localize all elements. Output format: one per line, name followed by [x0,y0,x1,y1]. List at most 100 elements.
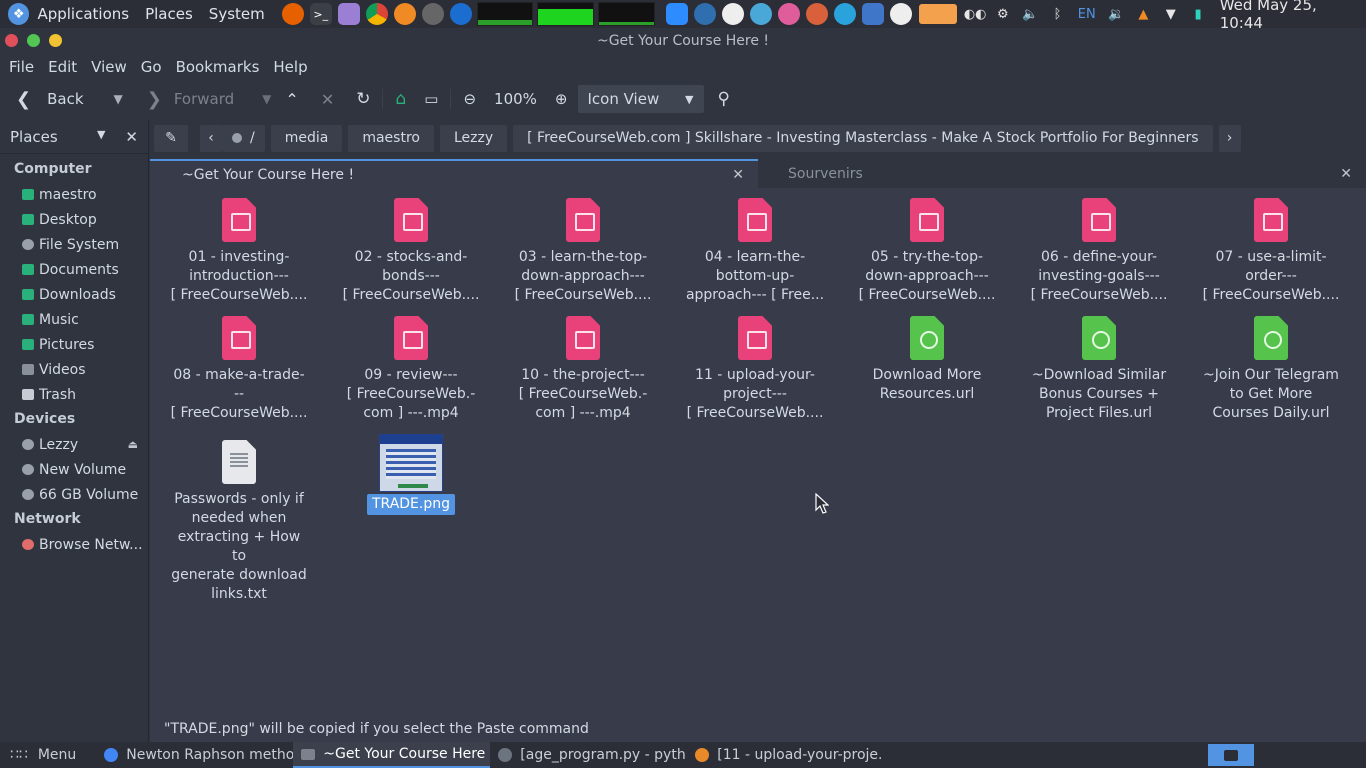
menu-button[interactable]: ∷∷ Menu [0,742,84,768]
sidebar-item-trash[interactable]: Trash [0,382,148,407]
sidebar-item-desktop[interactable]: Desktop [0,207,148,232]
settings-app-icon[interactable] [421,3,444,25]
file-item-url[interactable]: Download More Resources.url [852,308,1002,404]
app-icon-2[interactable] [805,3,828,25]
sidebar-item-browse-network[interactable]: Browse Netw... [0,532,148,557]
path-segment-media[interactable]: media [270,124,343,152]
sidebar-close-icon[interactable]: ✕ [125,128,138,146]
sidebar-item-music[interactable]: Music [0,307,148,332]
vlc-icon[interactable]: ▲ [1134,4,1153,24]
battery-icon[interactable]: ▮ [1188,4,1207,24]
menu-view[interactable]: View [86,58,132,76]
path-segment-course-folder[interactable]: [ FreeCourseWeb.com ] Skillshare - Inves… [513,124,1213,152]
gear-icon[interactable]: ⚙ [993,4,1012,24]
file-item-url[interactable]: ~Join Our Telegram to Get More Courses Dai… [1196,308,1346,423]
sidebar-item-lezzy[interactable]: Lezzy ⏏ [0,432,148,457]
applications-menu[interactable]: Applications [29,0,137,28]
file-item-video[interactable]: 05 - try-the-top-down-approach--- [ FreeC… [852,190,1002,305]
file-item-video[interactable]: 01 - investing-introduction--- [ FreeCour… [164,190,314,305]
file-item-video[interactable]: 11 - upload-your-project--- [ FreeCourseW… [680,308,830,423]
text-editor-icon[interactable] [337,3,360,25]
chess-icon[interactable] [889,3,912,25]
tab-close-icon[interactable]: ✕ [1340,166,1352,182]
sidebar-item-66gb-volume[interactable]: 66 GB Volume [0,482,148,507]
chrome-icon[interactable] [365,3,388,25]
file-item-video[interactable]: 09 - review--- [ FreeCourseWeb.- com ] ---… [336,308,486,423]
path-scroll-right-button[interactable]: › [1218,124,1241,152]
firefox-icon[interactable] [281,3,304,25]
path-segment-lezzy[interactable]: Lezzy [439,124,508,152]
maximize-window-button[interactable] [27,34,40,47]
network-app-icon[interactable] [449,3,472,25]
eject-icon[interactable]: ⏏ [128,438,138,451]
sidebar-item-videos[interactable]: Videos [0,357,148,382]
telegram-icon[interactable] [833,3,856,25]
bluetooth-icon[interactable]: ᛒ [1048,4,1067,24]
volume-icon[interactable]: 🔈 [1021,4,1040,24]
search-icon[interactable]: ⚲ [714,84,734,114]
file-item-video[interactable]: 04 - learn-the-bottom-up-approach--- [ F… [680,190,830,305]
file-icon-view[interactable]: 01 - investing-introduction--- [ FreeCour… [150,188,1366,714]
sidebar-chevron-down-icon[interactable]: ▼ [97,128,105,146]
vscode-icon[interactable] [861,3,884,25]
window-titlebar[interactable]: ~Get Your Course Here ! [0,28,1366,54]
zoom-out-icon[interactable]: ⊖ [459,84,480,114]
view-mode-select[interactable]: Icon View ▼ [577,85,704,113]
reload-icon[interactable]: ↻ [352,84,374,114]
menu-go[interactable]: Go [136,58,167,76]
forward-button[interactable]: ❯ Forward [143,84,238,114]
media-app-icon[interactable] [393,3,416,25]
sidebar-item-new-volume[interactable]: New Volume [0,457,148,482]
up-arrow-icon[interactable]: ⌃ [281,84,302,114]
sidebar-title[interactable]: Places [10,128,58,146]
toggle-location-entry-button[interactable]: ✎ [154,124,188,152]
globe-icon[interactable] [749,3,772,25]
menu-edit[interactable]: Edit [43,58,82,76]
browser-icon[interactable] [721,3,744,25]
sidebar-item-file-system[interactable]: File System [0,232,148,257]
keyboard-layout[interactable]: EN [1075,4,1098,24]
file-item-url[interactable]: ~Download Similar Bonus Courses + Project … [1024,308,1174,423]
computer-icon[interactable]: ▭ [420,84,442,114]
system-menu[interactable]: System [201,0,273,28]
back-history-chevron-icon[interactable]: ▼ [114,92,123,106]
anydesk-icon[interactable] [777,3,800,25]
sidebar-item-pictures[interactable]: Pictures [0,332,148,357]
close-window-button[interactable] [5,34,18,47]
menu-file[interactable]: File [4,58,39,76]
forward-history-chevron-icon[interactable]: ▼ [262,92,271,106]
zoom-icon[interactable] [665,3,688,25]
wifi-icon[interactable]: ▼ [1161,4,1180,24]
menu-bookmarks[interactable]: Bookmarks [171,58,265,76]
taskbar-task[interactable]: [11 - upload-your-proje... [687,742,884,768]
back-button[interactable]: ❮ Back [12,84,88,114]
stop-icon[interactable]: ✕ [317,84,338,114]
file-item-video[interactable]: 06 - define-your-investing-goals--- [ Fre… [1024,190,1174,305]
path-segment-maestro[interactable]: maestro [348,124,434,152]
tab-sourvenirs[interactable]: Sourvenirs ✕ [758,159,1366,188]
zoom-in-icon[interactable]: ⊕ [551,84,572,114]
file-item-video[interactable]: 08 - make-a-trade- -- [ FreeCourseWeb.... [164,308,314,423]
taskbar-task[interactable]: [age_program.py - pyth... [490,742,687,768]
fish-icon[interactable] [918,4,958,24]
workspace-switcher[interactable] [1208,744,1254,766]
tab-close-icon[interactable]: ✕ [732,167,744,183]
taskbar-task[interactable]: ~Get Your Course Here ! [293,742,491,768]
sidebar-item-documents[interactable]: Documents [0,257,148,282]
volume-icon-2[interactable]: 🔉 [1106,4,1125,24]
app-icon[interactable] [693,3,716,25]
taskbar-task[interactable]: Newton Raphson metho... [96,742,293,768]
file-item-image[interactable]: TRADE.png [336,432,486,515]
path-scroll-left-button[interactable]: ‹ [200,124,222,152]
tab-get-your-course[interactable]: ~Get Your Course Here ! ✕ [150,159,758,188]
minimize-window-button[interactable] [49,34,62,47]
sidebar-item-downloads[interactable]: Downloads [0,282,148,307]
file-item-video[interactable]: 10 - the-project--- [ FreeCourseWeb.- com … [508,308,658,423]
home-icon[interactable]: ⌂ [391,84,410,114]
file-item-video[interactable]: 02 - stocks-and-bonds--- [ FreeCourseWeb.… [336,190,486,305]
menu-help[interactable]: Help [268,58,312,76]
file-item-video[interactable]: 03 - learn-the-top-down-approach--- [ Fre… [508,190,658,305]
distro-logo-icon[interactable]: ❖ [8,3,30,25]
terminal-icon[interactable]: >_ [309,3,332,25]
file-item-video[interactable]: 07 - use-a-limit-order--- [ FreeCourseWeb… [1196,190,1346,305]
